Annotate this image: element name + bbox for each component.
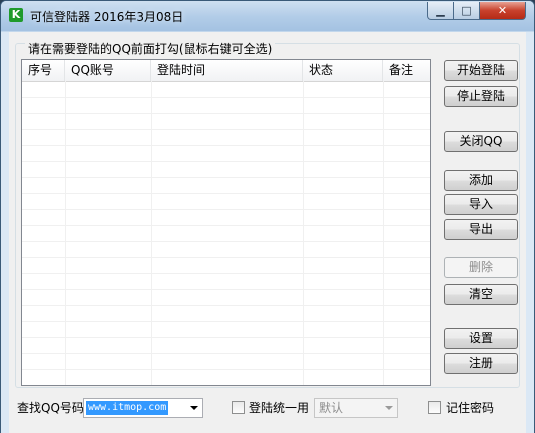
column-header-qq-account[interactable]: QQ账号	[65, 60, 151, 81]
import-button[interactable]: 导入	[444, 194, 518, 215]
grid-row-line	[22, 209, 430, 210]
search-qq-label: 查找QQ号码	[17, 401, 84, 415]
client-area: 请在需要登陆的QQ前面打勾(鼠标右键可全选) 序号 QQ账号 登陆时间 状态 备…	[9, 32, 526, 433]
grid-row-line	[22, 177, 430, 178]
unified-login-value: 默认	[319, 401, 344, 415]
clear-button[interactable]: 清空	[444, 284, 518, 305]
grid-row-line	[22, 337, 430, 338]
maximize-button[interactable]: □	[454, 2, 480, 20]
grid-row-line	[22, 193, 430, 194]
grid-row-line	[22, 273, 430, 274]
grid-row-line	[22, 129, 430, 130]
account-group: 请在需要登陆的QQ前面打勾(鼠标右键可全选) 序号 QQ账号 登陆时间 状态 备…	[15, 42, 520, 388]
list-header: 序号 QQ账号 登陆时间 状态 备注	[22, 60, 430, 82]
unified-login-combo[interactable]: 默认	[314, 398, 398, 418]
grid-row-line	[22, 161, 430, 162]
grid-row-line	[22, 321, 430, 322]
export-button[interactable]: 导出	[444, 219, 518, 240]
grid-row-line	[22, 257, 430, 258]
dropdown-arrow-icon[interactable]	[385, 406, 393, 410]
account-list[interactable]: 序号 QQ账号 登陆时间 状态 备注	[21, 59, 431, 386]
grid-row-line	[22, 113, 430, 114]
unified-login-checkbox[interactable]	[232, 401, 245, 414]
close-button[interactable]: ✕	[480, 2, 526, 20]
search-qq-combo[interactable]: www.itmop.com	[83, 398, 203, 418]
app-icon: K	[9, 8, 23, 22]
close-qq-button[interactable]: 关闭QQ	[444, 131, 518, 152]
column-header-login-time[interactable]: 登陆时间	[151, 60, 303, 81]
grid-row-line	[22, 369, 430, 370]
stop-login-button[interactable]: 停止登陆	[444, 86, 518, 107]
grid-column-line	[65, 81, 66, 385]
grid-row-line	[22, 225, 430, 226]
grid-row-line	[22, 97, 430, 98]
remember-password-checkbox[interactable]	[428, 401, 441, 414]
settings-button[interactable]: 设置	[444, 328, 518, 349]
start-login-button[interactable]: 开始登陆	[444, 60, 518, 81]
search-qq-value[interactable]: www.itmop.com	[86, 401, 169, 415]
title-bar[interactable]: K 可信登陆器 2016年3月08日 ▁ □ ✕	[1, 1, 534, 31]
group-label: 请在需要登陆的QQ前面打勾(鼠标右键可全选)	[25, 42, 276, 56]
dropdown-arrow-icon[interactable]	[190, 406, 198, 410]
column-header-index[interactable]: 序号	[22, 60, 65, 81]
grid-column-line	[303, 81, 304, 385]
grid-row-line	[22, 289, 430, 290]
grid-row-line	[22, 145, 430, 146]
grid-row-line	[22, 353, 430, 354]
grid-row-line	[22, 241, 430, 242]
minimize-button[interactable]: ▁	[427, 2, 454, 20]
column-header-status[interactable]: 状态	[303, 60, 383, 81]
grid-column-line	[383, 81, 384, 385]
window-title: 可信登陆器 2016年3月08日	[30, 10, 184, 24]
unified-login-label: 登陆统一用	[249, 401, 310, 415]
register-button[interactable]: 注册	[444, 353, 518, 374]
grid-column-line	[151, 81, 152, 385]
delete-button[interactable]: 删除	[444, 257, 518, 278]
column-header-remark[interactable]: 备注	[383, 60, 430, 81]
grid-row-line	[22, 305, 430, 306]
remember-password-label: 记住密码	[446, 401, 495, 415]
add-button[interactable]: 添加	[444, 170, 518, 191]
main-window: K 可信登陆器 2016年3月08日 ▁ □ ✕ 请在需要登陆的QQ前面打勾(鼠…	[0, 0, 535, 433]
